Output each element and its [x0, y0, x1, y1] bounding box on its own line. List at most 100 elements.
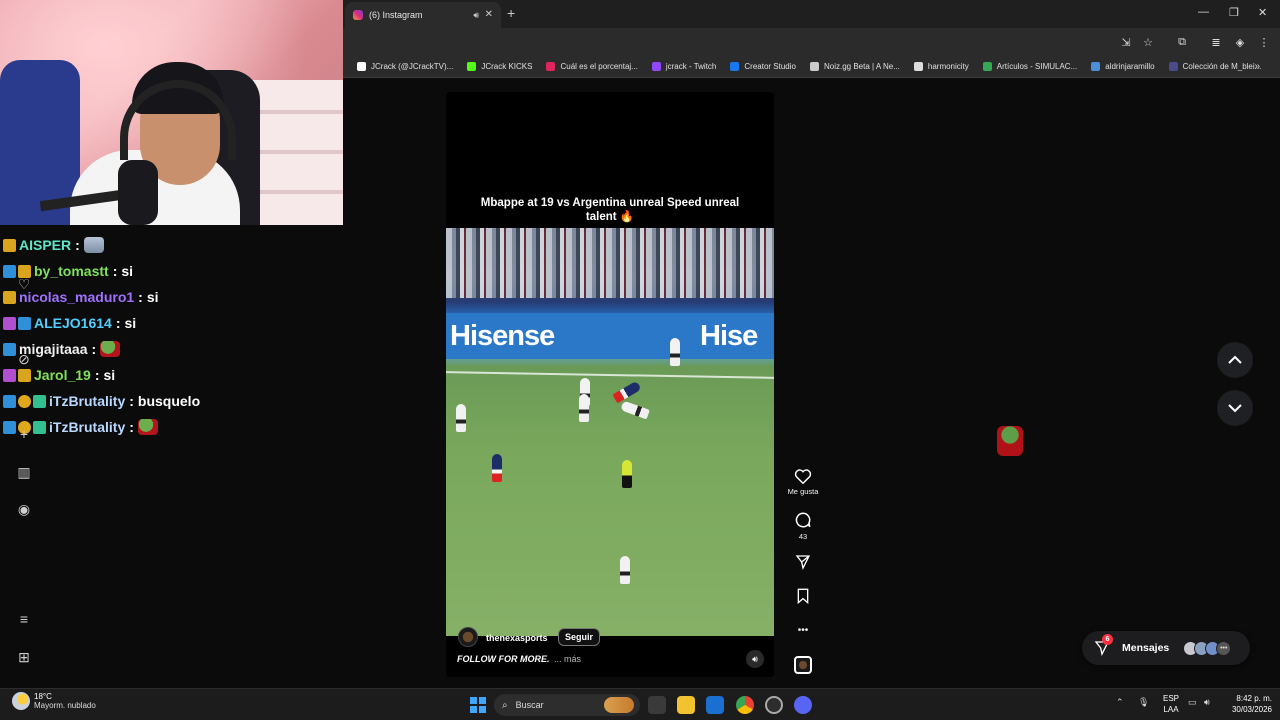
- chat-separator: :: [75, 237, 80, 253]
- weather-widget[interactable]: 18°C Mayorm. nublado: [12, 692, 96, 710]
- chat-username[interactable]: iTzBrutality: [49, 419, 125, 435]
- chat-text: si: [146, 289, 159, 305]
- billboard-text-partial: Hise: [700, 320, 758, 352]
- comment-button[interactable]: 43: [783, 511, 823, 541]
- windows-start-icon[interactable]: [470, 697, 486, 713]
- plus-icon[interactable]: +: [15, 425, 33, 443]
- network-icon[interactable]: ▭: [1188, 697, 1197, 708]
- taskbar-search[interactable]: ⌕ Buscar: [494, 694, 640, 716]
- install-app-icon[interactable]: ⇲: [1119, 35, 1133, 49]
- close-window-button[interactable]: ✕: [1258, 6, 1267, 19]
- taskbar-clock[interactable]: 8:42 p. m. 30/03/2026: [1222, 693, 1272, 715]
- bookmark-item[interactable]: Artículos - SIMULAC...: [982, 62, 1078, 71]
- bookmark-item[interactable]: Cuál es el porcentaj...: [546, 62, 638, 71]
- discord-icon[interactable]: [794, 696, 812, 714]
- chat-separator: :: [138, 289, 143, 305]
- search-label: Buscar: [515, 700, 544, 710]
- bookmark-favicon-icon: [546, 62, 556, 71]
- apps-icon[interactable]: ⊞: [15, 648, 33, 666]
- bookmark-label: aldrinjaramillo: [1105, 62, 1155, 71]
- chat-separator: :: [91, 341, 97, 357]
- bookmark-item[interactable]: harmonicity: [913, 62, 969, 71]
- new-tab-button[interactable]: +: [507, 5, 515, 21]
- follow-button[interactable]: Seguir: [558, 628, 601, 646]
- chat-username[interactable]: AISPER: [19, 237, 71, 253]
- bookmark-label: JCrack KICKS: [481, 62, 533, 71]
- bookmark-item[interactable]: JCrack (@JCrackTV)...: [357, 62, 453, 71]
- account-avatar[interactable]: [458, 627, 478, 647]
- profile-icon[interactable]: ◈: [1233, 35, 1247, 49]
- chevron-right-icon[interactable]: »: [1254, 61, 1260, 72]
- menu-icon[interactable]: ≡: [15, 610, 33, 628]
- speaker-icon[interactable]: 🔊︎: [473, 10, 479, 21]
- bookmark-item[interactable]: aldrinjaramillo: [1091, 62, 1155, 71]
- pepe-emote: [137, 419, 158, 435]
- close-tab-icon[interactable]: ✕: [485, 9, 493, 20]
- mic-icon[interactable]: 🎙︎: [1138, 697, 1149, 708]
- file-explorer-icon[interactable]: [677, 696, 695, 714]
- kebab-menu-icon[interactable]: ⋮: [1257, 35, 1271, 49]
- app-icon[interactable]: [765, 696, 783, 714]
- tab-instagram[interactable]: (6) Instagram 🔊︎ ✕: [345, 2, 501, 28]
- extensions-icon[interactable]: ⧉: [1175, 35, 1189, 49]
- chat-username[interactable]: nicolas_maduro1: [19, 289, 134, 305]
- chat-username[interactable]: ALEJO1614: [34, 315, 112, 331]
- more-options-button[interactable]: •••: [783, 622, 823, 636]
- chat-separator: :: [115, 315, 121, 331]
- send-icon: [795, 555, 811, 570]
- task-view-icon[interactable]: [648, 696, 666, 714]
- star-icon[interactable]: ☆: [1141, 35, 1155, 49]
- reel-player[interactable]: Mbappe at 19 vs Argentina unreal Speed u…: [446, 92, 774, 677]
- weather-desc: Mayorm. nublado: [34, 701, 96, 710]
- media-icon[interactable]: ≣: [1209, 35, 1223, 49]
- like-button[interactable]: Me gusta: [783, 468, 823, 496]
- chrome-icon[interactable]: [736, 696, 754, 714]
- more-icon: •••: [797, 625, 809, 636]
- message-avatars: •••: [1183, 640, 1232, 656]
- comment-icon: [795, 512, 811, 528]
- restore-button[interactable]: ❐: [1229, 6, 1239, 19]
- reel-caption: Mbappe at 19 vs Argentina unreal Speed u…: [480, 197, 740, 223]
- bookmark-item[interactable]: Creator Studio: [730, 62, 796, 71]
- bookmark-item[interactable]: Noiz.gg Beta | A Ne...: [809, 62, 900, 71]
- windows-taskbar: 18°C Mayorm. nublado ⌕ Buscar ⌃ 🎙︎ ESP L…: [0, 688, 1280, 720]
- chat-username[interactable]: by_tomastt: [34, 263, 109, 279]
- heart-icon[interactable]: ♡: [15, 275, 33, 293]
- volume-icon[interactable]: 🔊︎: [1204, 697, 1210, 708]
- mail-icon[interactable]: [706, 696, 724, 714]
- instagram-icon: [353, 10, 363, 20]
- search-icon: ⌕: [502, 699, 508, 711]
- more-link[interactable]: ... más: [554, 654, 581, 664]
- instagram-reels-page: Mbappe at 19 vs Argentina unreal Speed u…: [343, 78, 1280, 688]
- chat-username[interactable]: Jarol_19: [34, 367, 91, 383]
- reel-description[interactable]: FOLLOW FOR MORE. ... más: [457, 654, 581, 664]
- bookmark-label: Artículos - SIMULAC...: [996, 62, 1078, 71]
- share-button[interactable]: [783, 554, 823, 570]
- audio-button[interactable]: [783, 656, 823, 674]
- reel-video[interactable]: Hisense Hise: [446, 228, 774, 636]
- chevron-up-icon[interactable]: ⌃: [1116, 697, 1124, 708]
- pitch-line: [446, 371, 774, 379]
- bookmark-item[interactable]: JCrack KICKS: [467, 62, 532, 71]
- volume-button[interactable]: 🔊︎: [746, 650, 764, 668]
- chat-text: si: [103, 367, 116, 383]
- messages-button[interactable]: 6 Mensajes •••: [1082, 631, 1250, 665]
- elephant-emote: [83, 237, 104, 253]
- next-reel-button[interactable]: [1217, 390, 1253, 426]
- language-indicator[interactable]: ESP LAA: [1160, 693, 1182, 715]
- messages-count-badge: 6: [1102, 634, 1113, 645]
- save-button[interactable]: [783, 588, 823, 604]
- stats-icon[interactable]: ▥: [15, 463, 33, 481]
- like-label: Me gusta: [787, 487, 819, 496]
- chat-message: iTzBrutality: busquelo: [0, 388, 343, 414]
- bookmark-item[interactable]: Colección de M_blei...: [1168, 62, 1261, 71]
- chat-username[interactable]: iTzBrutality: [49, 393, 125, 409]
- account-username[interactable]: thenexasports: [486, 633, 548, 643]
- chat-separator: :: [129, 393, 134, 409]
- minimize-button[interactable]: —: [1198, 6, 1209, 18]
- avatar-icon[interactable]: ◉: [15, 500, 33, 518]
- previous-reel-button[interactable]: [1217, 342, 1253, 378]
- compass-icon[interactable]: ⊘: [15, 350, 33, 368]
- chat-badges: [3, 368, 31, 382]
- bookmark-item[interactable]: jcrack - Twitch: [651, 62, 716, 71]
